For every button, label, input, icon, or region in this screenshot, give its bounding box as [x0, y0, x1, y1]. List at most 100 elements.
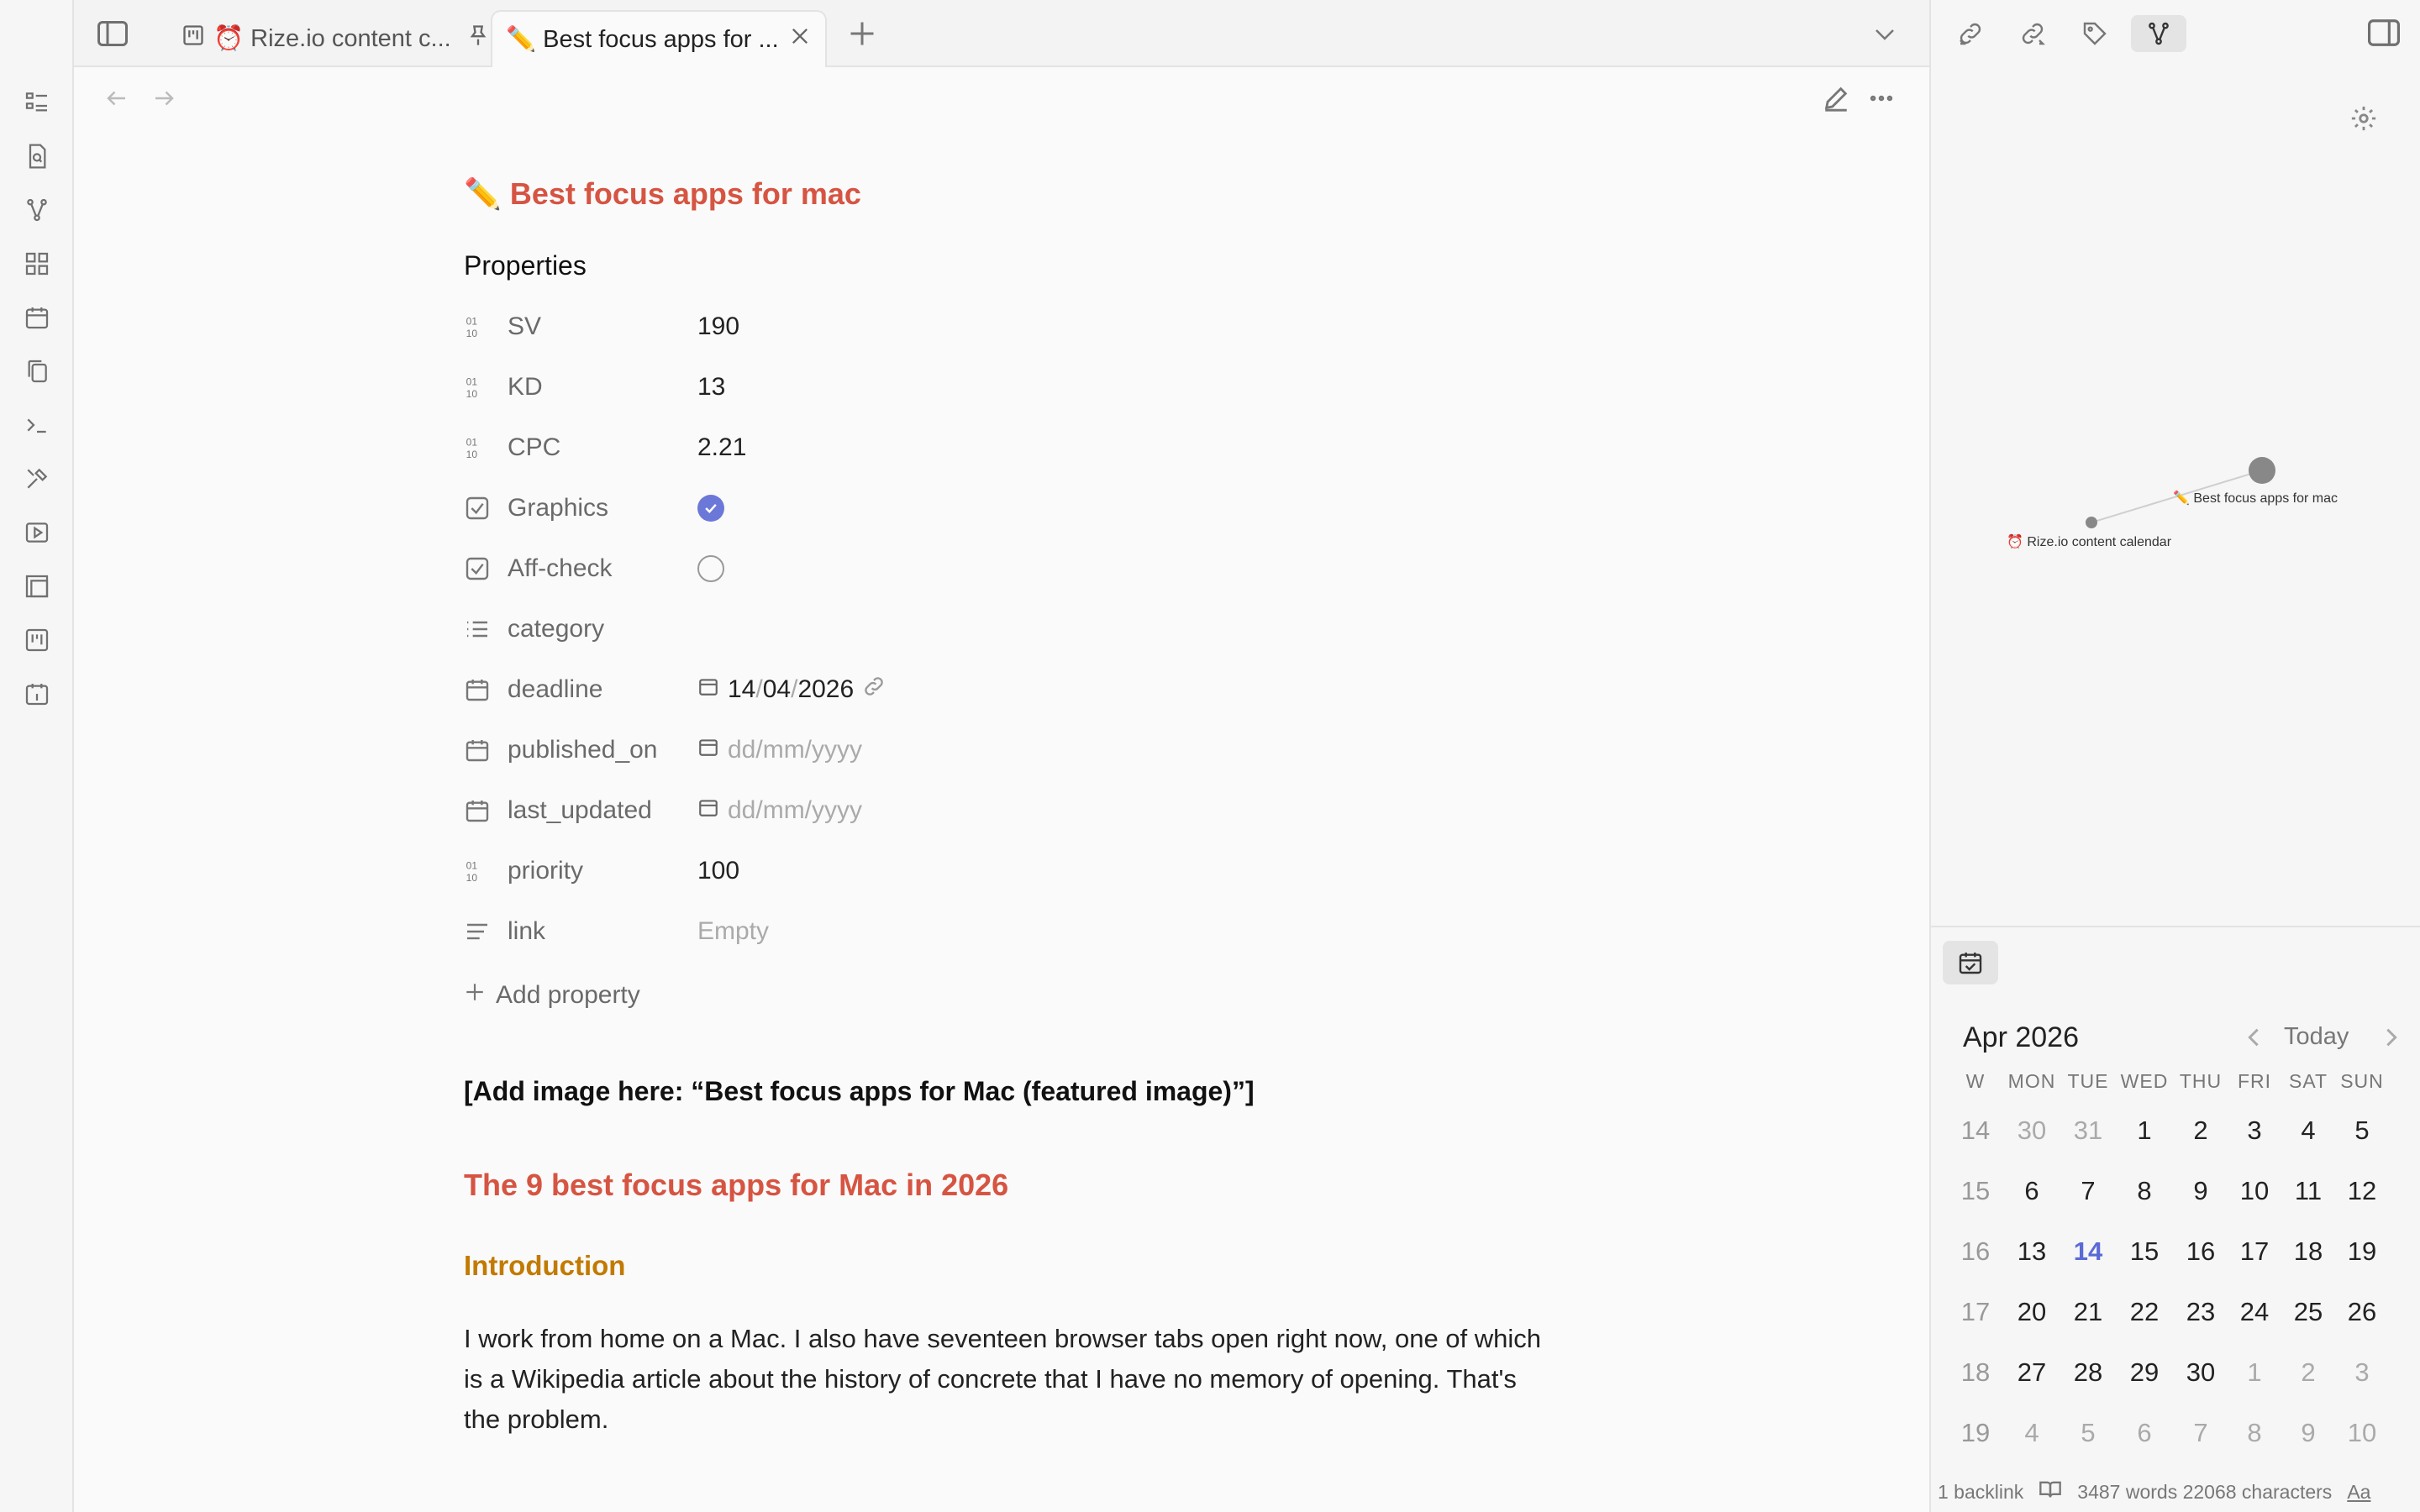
chevron-down-icon[interactable]: [1872, 22, 1897, 47]
outline-icon[interactable]: [22, 87, 52, 118]
property-key[interactable]: Graphics: [508, 494, 697, 522]
property-value[interactable]: 13: [697, 373, 725, 402]
calendar-day[interactable]: 25: [2281, 1297, 2336, 1327]
terminal-icon[interactable]: [22, 410, 52, 440]
calendar-day[interactable]: 8: [2228, 1418, 2281, 1448]
week-number[interactable]: 17: [1948, 1297, 2003, 1327]
date-month[interactable]: 04: [763, 675, 791, 703]
copy-icon[interactable]: [22, 356, 52, 386]
calendar-day[interactable]: 5: [2336, 1116, 2388, 1146]
calendar-day[interactable]: 29: [2116, 1357, 2173, 1388]
arrow-right-icon[interactable]: [151, 86, 176, 111]
calendar-day[interactable]: 28: [2060, 1357, 2116, 1388]
graph-node[interactable]: [2086, 517, 2097, 528]
gear-icon[interactable]: [2349, 104, 2378, 133]
reading-mode-icon[interactable]: [2039, 1478, 2062, 1506]
calendar-day[interactable]: 6: [2116, 1418, 2173, 1448]
calendar-day[interactable]: 19: [2336, 1236, 2388, 1267]
chevron-right-icon[interactable]: [2380, 1025, 2403, 1050]
calendar-day[interactable]: 30: [2003, 1116, 2060, 1146]
daily-note-icon[interactable]: [22, 679, 52, 709]
date-input[interactable]: dd/mm/yyyy: [697, 796, 862, 825]
unchecked-checkbox[interactable]: [697, 555, 724, 582]
calendar-day[interactable]: 24: [2228, 1297, 2281, 1327]
kanban-icon[interactable]: [22, 625, 52, 655]
calendar-day[interactable]: 30: [2173, 1357, 2228, 1388]
calendar-day-today[interactable]: 14: [2060, 1236, 2116, 1267]
week-number[interactable]: 19: [1948, 1418, 2003, 1448]
calendar-day[interactable]: 12: [2336, 1176, 2388, 1206]
calendar-day[interactable]: 7: [2060, 1176, 2116, 1206]
date-input[interactable]: 14/04/2026: [697, 675, 886, 705]
week-number[interactable]: 14: [1948, 1116, 2003, 1146]
local-graph[interactable]: ✏️ Best focus apps for mac ⏰ Rize.io con…: [1931, 67, 2420, 926]
calendar-day[interactable]: 10: [2228, 1176, 2281, 1206]
calendar-day[interactable]: 10: [2336, 1418, 2388, 1448]
property-key[interactable]: category: [508, 615, 697, 643]
add-property-button[interactable]: Add property: [464, 970, 1556, 1021]
backlinks-icon[interactable]: [1949, 15, 1991, 52]
calendar-day[interactable]: 3: [2228, 1116, 2281, 1146]
property-value[interactable]: 190: [697, 312, 739, 341]
pin-icon[interactable]: [466, 24, 490, 54]
calendar-day[interactable]: 4: [2281, 1116, 2336, 1146]
date-day[interactable]: 14: [728, 675, 755, 703]
close-icon[interactable]: [788, 24, 812, 55]
property-key[interactable]: last_updated: [508, 796, 697, 825]
week-number[interactable]: 15: [1948, 1176, 2003, 1206]
play-icon[interactable]: [22, 517, 52, 548]
chevron-left-icon[interactable]: [2242, 1025, 2265, 1050]
property-key[interactable]: deadline: [508, 675, 697, 704]
paragraph[interactable]: I work from home on a Mac. I also have s…: [464, 1319, 1556, 1440]
local-graph-icon[interactable]: [2131, 15, 2186, 52]
calendar-day[interactable]: 20: [2003, 1297, 2060, 1327]
new-tab-plus-icon[interactable]: [847, 18, 877, 49]
property-key[interactable]: KD: [508, 373, 697, 402]
calendar-check-icon[interactable]: [1943, 941, 1998, 984]
property-key[interactable]: priority: [508, 857, 697, 885]
arrow-left-icon[interactable]: [104, 86, 129, 111]
calendar-day[interactable]: 22: [2116, 1297, 2173, 1327]
week-number[interactable]: 18: [1948, 1357, 2003, 1388]
week-number[interactable]: 16: [1948, 1236, 2003, 1267]
calendar-day[interactable]: 1: [2116, 1116, 2173, 1146]
graph-view-icon[interactable]: [22, 195, 52, 225]
slides-icon[interactable]: [22, 571, 52, 601]
calendar-day[interactable]: 13: [2003, 1236, 2060, 1267]
property-value[interactable]: Empty: [697, 917, 769, 946]
edit-pencil-icon[interactable]: [1822, 84, 1850, 113]
calendar-day[interactable]: 7: [2173, 1418, 2228, 1448]
calendar-day[interactable]: 1: [2228, 1357, 2281, 1388]
left-sidebar-toggle-icon[interactable]: [97, 20, 128, 47]
property-key[interactable]: link: [508, 917, 697, 946]
calendar-day[interactable]: 8: [2116, 1176, 2173, 1206]
tags-icon[interactable]: [2074, 15, 2116, 52]
backlinks-count[interactable]: 1 backlink: [1938, 1481, 2023, 1504]
calendar-day[interactable]: 27: [2003, 1357, 2060, 1388]
property-key[interactable]: published_on: [508, 736, 697, 764]
graph-node-current[interactable]: [2249, 457, 2275, 484]
date-year[interactable]: 2026: [797, 675, 854, 703]
calendar-day[interactable]: 15: [2116, 1236, 2173, 1267]
heading-3[interactable]: Introduction: [464, 1250, 1556, 1282]
right-sidebar-toggle-icon[interactable]: [2368, 18, 2400, 47]
property-value[interactable]: 100: [697, 857, 739, 885]
calendar-day[interactable]: 5: [2060, 1418, 2116, 1448]
property-key[interactable]: CPC: [508, 433, 697, 462]
outgoing-links-icon[interactable]: [2012, 15, 2054, 52]
calendar-day[interactable]: 26: [2336, 1297, 2388, 1327]
calendar-day[interactable]: 17: [2228, 1236, 2281, 1267]
checked-checkbox[interactable]: [697, 495, 724, 522]
calendar-icon[interactable]: [22, 302, 52, 333]
today-button[interactable]: Today: [2284, 1023, 2349, 1051]
properties-heading[interactable]: Properties: [464, 250, 1556, 281]
calendar-day[interactable]: 2: [2173, 1116, 2228, 1146]
more-options-icon[interactable]: [1867, 84, 1896, 113]
property-key[interactable]: SV: [508, 312, 697, 341]
property-value[interactable]: 2.21: [697, 433, 746, 462]
calendar-day[interactable]: 16: [2173, 1236, 2228, 1267]
heading-2[interactable]: The 9 best focus apps for Mac in 2026: [464, 1168, 1556, 1203]
calendar-day[interactable]: 6: [2003, 1176, 2060, 1206]
calendar-day[interactable]: 3: [2336, 1357, 2388, 1388]
tools-icon[interactable]: [22, 464, 52, 494]
